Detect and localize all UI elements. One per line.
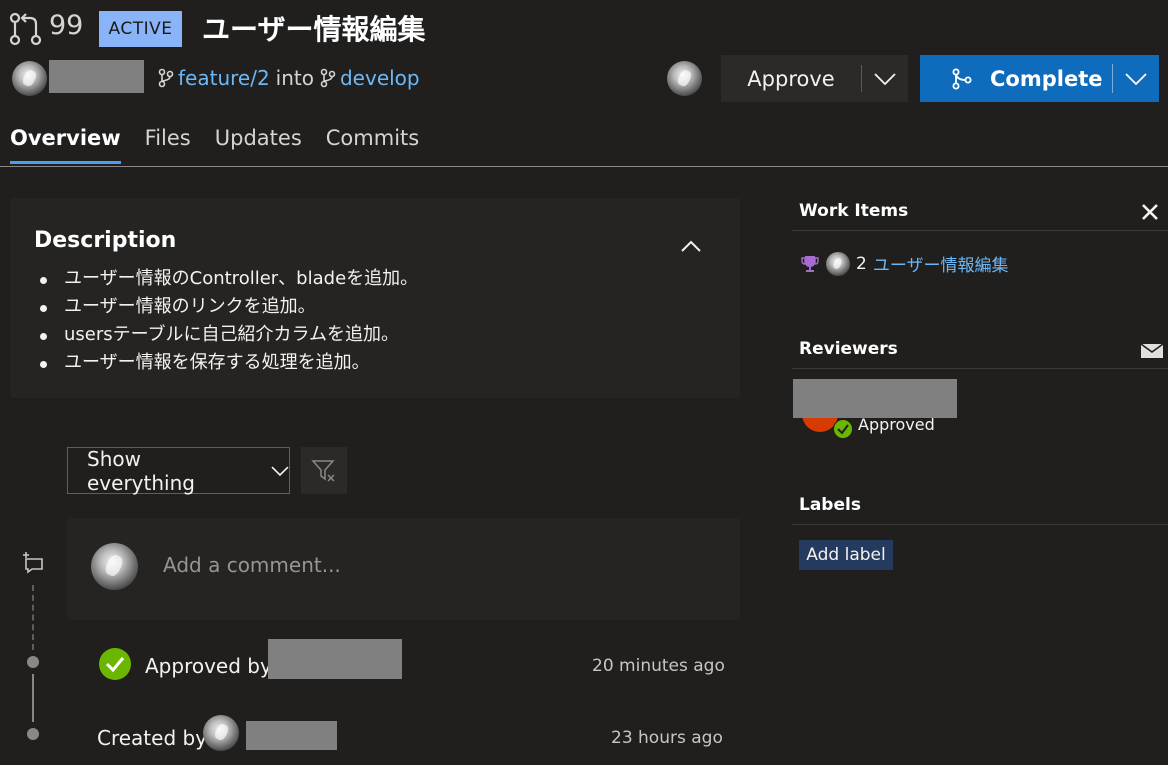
description-item: ユーザー情報のController、bladeを追加。	[36, 265, 418, 293]
complete-label: Complete	[990, 66, 1103, 91]
section-divider	[792, 230, 1168, 231]
clear-filter-button[interactable]	[301, 447, 347, 494]
check-circle-icon	[99, 648, 131, 680]
creator-name-redacted	[246, 721, 337, 750]
section-divider	[792, 524, 1168, 525]
mail-icon[interactable]	[1140, 342, 1164, 360]
tab-updates[interactable]: Updates	[215, 126, 302, 160]
creator-avatar	[203, 715, 239, 751]
tab-overview[interactable]: Overview	[10, 126, 121, 164]
description-item: ユーザー情報を保存する処理を追加。	[36, 349, 418, 377]
tab-files[interactable]: Files	[145, 126, 191, 160]
description-item: usersテーブルに自己紹介カラムを追加。	[36, 321, 418, 349]
tab-commits[interactable]: Commits	[326, 126, 419, 160]
work-item-id: 2	[856, 253, 867, 274]
approver-name-redacted	[268, 639, 402, 679]
author-avatar[interactable]	[12, 61, 47, 96]
reviewer-name-redacted	[793, 379, 957, 418]
author-name-redacted	[49, 60, 144, 93]
target-branch-link[interactable]: develop	[340, 66, 420, 90]
pull-request-icon	[9, 12, 42, 46]
approve-button[interactable]: Approve	[721, 55, 908, 102]
trophy-icon	[801, 255, 819, 272]
section-divider	[792, 368, 1168, 369]
activity-filter-dropdown[interactable]: Show everything	[67, 446, 290, 495]
work-item-link[interactable]: ユーザー情報編集	[873, 251, 1009, 276]
reviewers-title: Reviewers	[799, 339, 898, 359]
timestamp: 23 hours ago	[611, 728, 723, 748]
add-label-button[interactable]: Add label	[799, 540, 893, 570]
complete-button[interactable]: Complete	[920, 55, 1159, 102]
timeline-dot	[27, 728, 39, 740]
reviewer-status: Approved	[858, 415, 935, 434]
timeline-connector	[32, 585, 34, 650]
chevron-down-icon	[271, 465, 289, 476]
merge-icon	[952, 68, 972, 89]
approve-label: Approve	[747, 66, 835, 91]
branch-icon	[158, 68, 174, 88]
work-items-title: Work Items	[799, 201, 909, 221]
timestamp: 20 minutes ago	[592, 656, 725, 676]
close-icon[interactable]	[1140, 202, 1160, 222]
chevron-down-icon	[1125, 72, 1147, 85]
branch-icon	[320, 68, 336, 88]
description-item: ユーザー情報のリンクを追加。	[36, 293, 418, 321]
tab-bar: Overview Files Updates Commits	[10, 126, 419, 164]
chevron-down-icon	[874, 72, 896, 85]
into-label: into	[275, 66, 314, 90]
created-by-text: Created by	[97, 726, 208, 750]
branch-info: feature/2 into develop	[158, 66, 420, 90]
chevron-up-icon[interactable]	[680, 236, 702, 256]
current-user-avatar[interactable]	[667, 61, 702, 96]
commenter-avatar	[91, 543, 138, 590]
source-branch-link[interactable]: feature/2	[178, 66, 270, 90]
work-item[interactable]: 2 ユーザー情報編集	[800, 251, 1009, 276]
approved-by-text: Approved by	[145, 654, 272, 678]
tabs-divider	[0, 166, 1168, 167]
description-list: ユーザー情報のController、bladeを追加。 ユーザー情報のリンクを追…	[36, 265, 418, 377]
pr-number: 99	[49, 10, 84, 41]
timeline-dot	[27, 656, 39, 668]
timeline-connector	[32, 674, 34, 722]
comment-input[interactable]: Add a comment...	[163, 553, 341, 577]
comment-add-icon	[23, 552, 43, 574]
work-item-avatar	[826, 251, 850, 276]
complete-options-button[interactable]	[1113, 72, 1159, 85]
description-title: Description	[34, 228, 177, 253]
labels-title: Labels	[799, 495, 861, 515]
approve-options-button[interactable]	[862, 72, 908, 85]
filter-clear-icon	[311, 459, 335, 482]
filter-selected-value: Show everything	[87, 446, 195, 495]
status-badge: ACTIVE	[99, 11, 182, 47]
check-circle-icon	[833, 419, 853, 439]
page-title: ユーザー情報編集	[202, 13, 426, 46]
